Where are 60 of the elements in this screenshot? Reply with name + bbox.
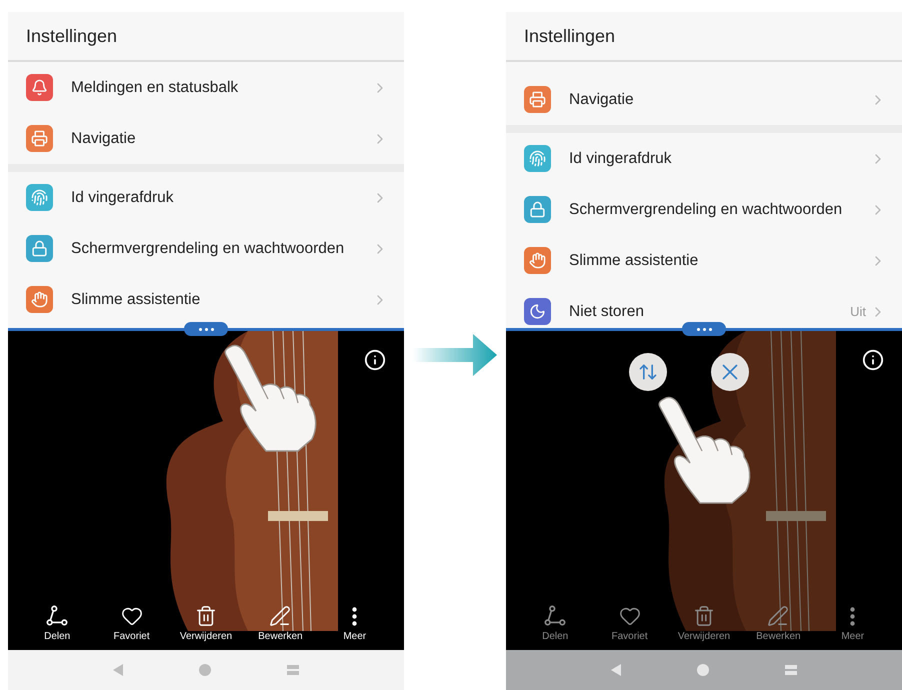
bell-icon: [31, 79, 48, 96]
toolbar-button[interactable]: Favoriet: [98, 605, 165, 644]
share-icon: [46, 605, 68, 627]
toolbar-button[interactable]: Verwijderen: [670, 605, 737, 644]
lock-icon: [31, 240, 48, 257]
swap-icon: [638, 362, 658, 382]
settings-item[interactable]: Schermvergrendeling en wachtwoorden: [506, 184, 902, 235]
item-label: Niet storen: [569, 302, 645, 322]
heart-icon: [120, 605, 143, 627]
toolbar-button[interactable]: Delen: [522, 605, 588, 644]
toolbar-button[interactable]: Meer: [820, 605, 886, 644]
toolbar-button[interactable]: Meer: [322, 605, 388, 644]
item-label: Id vingerafdruk: [71, 188, 175, 208]
trash-icon: [194, 605, 217, 627]
split-handle[interactable]: [682, 322, 726, 336]
item-label: Slimme assistentie: [71, 290, 202, 310]
settings-item[interactable]: Slimme assistentie: [8, 274, 404, 325]
item-label: Schermvergrendeling en wachtwoorden: [569, 200, 844, 220]
settings-item[interactable]: Id vingerafdruk: [506, 133, 902, 184]
toolbar-button[interactable]: Bewerken: [745, 605, 812, 644]
toolbar-button[interactable]: Verwijderen: [172, 605, 239, 644]
lock-icon: [529, 201, 546, 218]
item-value: Uit: [850, 302, 866, 321]
info-icon[interactable]: [862, 349, 884, 371]
printer-icon: [529, 91, 546, 108]
toolbar-button[interactable]: Bewerken: [247, 605, 314, 644]
share-icon: [544, 605, 566, 627]
item-label: Id vingerafdruk: [569, 148, 673, 169]
trash-icon: [692, 605, 715, 627]
item-label: Navigatie: [71, 128, 137, 149]
settings-item[interactable]: Slimme assistentie: [506, 235, 902, 286]
swap-button[interactable]: [629, 353, 667, 391]
settings-item[interactable]: Navigatie: [506, 74, 902, 125]
toolbar-button[interactable]: Favoriet: [596, 605, 663, 644]
moon-icon: [529, 303, 546, 320]
heart-icon: [618, 605, 641, 627]
item-label: Schermvergrendeling en wachtwoorden: [71, 238, 346, 259]
screen-title: Instellingen: [8, 12, 404, 62]
hand-icon: [529, 252, 546, 269]
pen-icon: [269, 605, 292, 627]
printer-icon: [31, 130, 48, 147]
item-label: Meldingen en statusbalk: [71, 78, 240, 98]
pen-icon: [767, 605, 790, 627]
item-label: Navigatie: [569, 90, 635, 110]
hand-icon: [31, 291, 48, 308]
screen-title: Instellingen: [506, 12, 902, 62]
arrow-icon: [413, 334, 497, 376]
more-icon: [352, 606, 358, 626]
fingerprint-icon: [529, 150, 546, 167]
settings-item[interactable]: Meldingen en statusbalk: [8, 62, 404, 113]
fingerprint-icon: [31, 189, 48, 206]
settings-item[interactable]: Id vingerafdruk: [8, 172, 404, 223]
more-icon: [850, 606, 856, 626]
settings-item[interactable]: Navigatie: [8, 113, 404, 164]
split-handle[interactable]: [184, 322, 228, 336]
settings-item[interactable]: Schermvergrendeling en wachtwoorden: [8, 223, 404, 274]
item-label: Slimme assistentie: [569, 250, 700, 271]
info-icon[interactable]: [364, 349, 386, 371]
close-button[interactable]: [711, 353, 749, 391]
toolbar-button[interactable]: Delen: [24, 605, 90, 644]
